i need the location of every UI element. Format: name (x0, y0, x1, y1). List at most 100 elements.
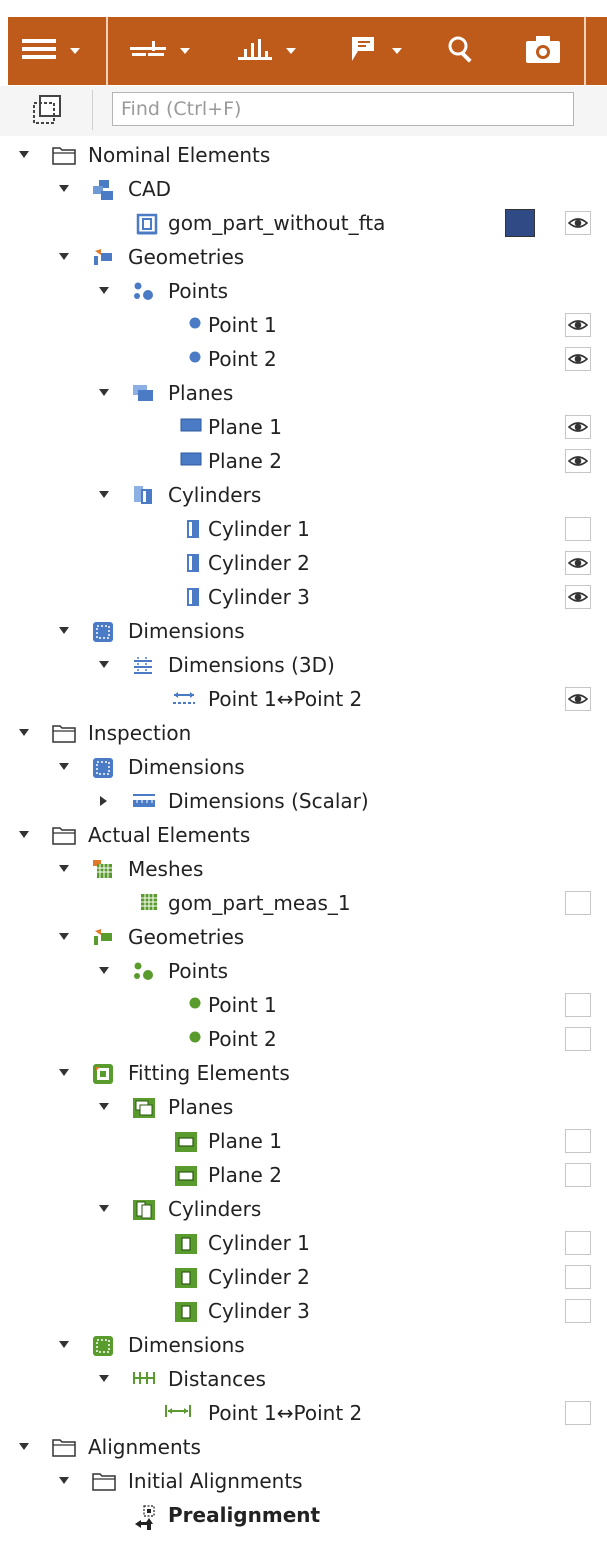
tree-item-geometries[interactable]: Geometries (0, 920, 607, 954)
visibility-eye-icon[interactable] (565, 551, 591, 575)
tree-item-plane-2[interactable]: Plane 2 (0, 1158, 607, 1192)
expand-arrow-down-icon[interactable] (57, 240, 71, 274)
visibility-eye-icon[interactable] (565, 347, 591, 371)
visibility-eye-icon[interactable] (565, 449, 591, 473)
snapshot-button[interactable] (526, 17, 560, 85)
tree-item-initial-alignments[interactable]: Initial Alignments (0, 1464, 607, 1498)
color-swatch[interactable] (505, 209, 535, 237)
tree-item-planes[interactable]: Planes (0, 1090, 607, 1124)
expand-arrow-down-icon[interactable] (97, 478, 111, 512)
expand-arrow-down-icon[interactable] (17, 138, 31, 172)
select-mode-icon[interactable] (32, 94, 64, 130)
visibility-eye-icon[interactable] (565, 313, 591, 337)
expand-arrow-down-icon[interactable] (57, 920, 71, 954)
visibility-eye-icon[interactable] (565, 687, 591, 711)
tree-item-label: Dimensions (128, 755, 245, 779)
tree-item-cad[interactable]: CAD (0, 172, 607, 206)
tree-item-plane-1[interactable]: Plane 1 (0, 410, 607, 444)
tree-item-cylinder-2[interactable]: Cylinder 2 (0, 546, 607, 580)
expand-arrow-down-icon[interactable] (57, 852, 71, 886)
report-tools-button[interactable] (348, 17, 402, 85)
tree-item-cylinder-1[interactable]: Cylinder 1 (0, 1226, 607, 1260)
expand-arrow-down-icon[interactable] (97, 1192, 111, 1226)
search-input[interactable] (112, 92, 574, 126)
tree-item-dimensions[interactable]: Dimensions (0, 1328, 607, 1362)
tree-item-label: Dimensions (128, 619, 245, 643)
menu-button[interactable] (22, 17, 80, 85)
expand-arrow-down-icon[interactable] (57, 1328, 71, 1362)
tree-item-point-1-point-2[interactable]: Point 1↔Point 2 (0, 682, 607, 716)
tree-item-gom-part-meas-1[interactable]: gom_part_meas_1 (0, 886, 607, 920)
tree-item-fitting-elements[interactable]: Fitting Elements (0, 1056, 607, 1090)
tree-item-point-1[interactable]: Point 1 (0, 308, 607, 342)
toolbar (8, 17, 607, 85)
expand-arrow-down-icon[interactable] (57, 614, 71, 648)
folder-icon (52, 145, 76, 165)
visibility-toggle[interactable] (565, 1027, 591, 1051)
visibility-toggle[interactable] (565, 1231, 591, 1255)
point-blue-icon (188, 349, 208, 369)
tree-item-point-1-point-2[interactable]: Point 1↔Point 2 (0, 1396, 607, 1430)
expand-arrow-down-icon[interactable] (17, 1430, 31, 1464)
tree-item-point-2[interactable]: Point 2 (0, 1022, 607, 1056)
visibility-eye-icon[interactable] (565, 211, 591, 235)
tree-item-label: Plane 1 (208, 1129, 282, 1153)
tree-item-dimensions[interactable]: Dimensions (0, 750, 607, 784)
search-button[interactable] (446, 17, 476, 85)
expand-arrow-down-icon[interactable] (97, 1362, 111, 1396)
tree-item-cylinders[interactable]: Cylinders (0, 1192, 607, 1226)
tree-item-cylinders[interactable]: Cylinders (0, 478, 607, 512)
visibility-toggle[interactable] (565, 1129, 591, 1153)
tree-item-label: Point 2 (208, 347, 277, 371)
alignment-tools-button[interactable] (130, 17, 190, 85)
visibility-toggle[interactable] (565, 993, 591, 1017)
tree-item-planes[interactable]: Planes (0, 376, 607, 410)
tree-item-dimensions[interactable]: Dimensions (0, 614, 607, 648)
tree-item-cylinder-2[interactable]: Cylinder 2 (0, 1260, 607, 1294)
tree-item-plane-1[interactable]: Plane 1 (0, 1124, 607, 1158)
chevron-down-icon (286, 48, 296, 54)
tree-item-alignments[interactable]: Alignments (0, 1430, 607, 1464)
tree-item-geometries[interactable]: Geometries (0, 240, 607, 274)
tree-item-dimensions-3d[interactable]: Dimensions (3D) (0, 648, 607, 682)
visibility-eye-icon[interactable] (565, 415, 591, 439)
tree-item-gom-part-without-fta[interactable]: gom_part_without_fta (0, 206, 607, 240)
visibility-toggle[interactable] (565, 1401, 591, 1425)
expand-arrow-right-icon[interactable] (97, 784, 111, 818)
visibility-toggle[interactable] (565, 1265, 591, 1289)
visibility-toggle[interactable] (565, 891, 591, 915)
tree-item-point-1[interactable]: Point 1 (0, 988, 607, 1022)
visibility-toggle[interactable] (565, 1299, 591, 1323)
expand-arrow-down-icon[interactable] (57, 750, 71, 784)
tree-item-distances[interactable]: Distances (0, 1362, 607, 1396)
chart-tools-button[interactable] (238, 17, 296, 85)
tree-item-point-2[interactable]: Point 2 (0, 342, 607, 376)
tree-item-points[interactable]: Points (0, 274, 607, 308)
tree-item-cylinder-3[interactable]: Cylinder 3 (0, 1294, 607, 1328)
plane-green-icon (174, 1165, 197, 1186)
tree-item-inspection[interactable]: Inspection (0, 716, 607, 750)
expand-arrow-down-icon[interactable] (97, 1090, 111, 1124)
tree-item-cylinder-1[interactable]: Cylinder 1 (0, 512, 607, 546)
visibility-toggle[interactable] (565, 517, 591, 541)
tree-item-label: Dimensions (128, 1333, 245, 1357)
tree-item-points[interactable]: Points (0, 954, 607, 988)
tree-item-plane-2[interactable]: Plane 2 (0, 444, 607, 478)
expand-arrow-down-icon[interactable] (97, 274, 111, 308)
tree-item-dimensions-scalar[interactable]: Dimensions (Scalar) (0, 784, 607, 818)
expand-arrow-down-icon[interactable] (57, 172, 71, 206)
expand-arrow-down-icon[interactable] (97, 376, 111, 410)
expand-arrow-down-icon[interactable] (57, 1056, 71, 1090)
expand-arrow-down-icon[interactable] (97, 954, 111, 988)
tree-item-prealignment[interactable]: Prealignment (0, 1498, 607, 1532)
tree-item-meshes[interactable]: Meshes (0, 852, 607, 886)
expand-arrow-down-icon[interactable] (57, 1464, 71, 1498)
expand-arrow-down-icon[interactable] (17, 716, 31, 750)
tree-item-actual-elements[interactable]: Actual Elements (0, 818, 607, 852)
visibility-eye-icon[interactable] (565, 585, 591, 609)
tree-item-nominal-elements[interactable]: Nominal Elements (0, 138, 607, 172)
expand-arrow-down-icon[interactable] (17, 818, 31, 852)
visibility-toggle[interactable] (565, 1163, 591, 1187)
tree-item-cylinder-3[interactable]: Cylinder 3 (0, 580, 607, 614)
expand-arrow-down-icon[interactable] (97, 648, 111, 682)
